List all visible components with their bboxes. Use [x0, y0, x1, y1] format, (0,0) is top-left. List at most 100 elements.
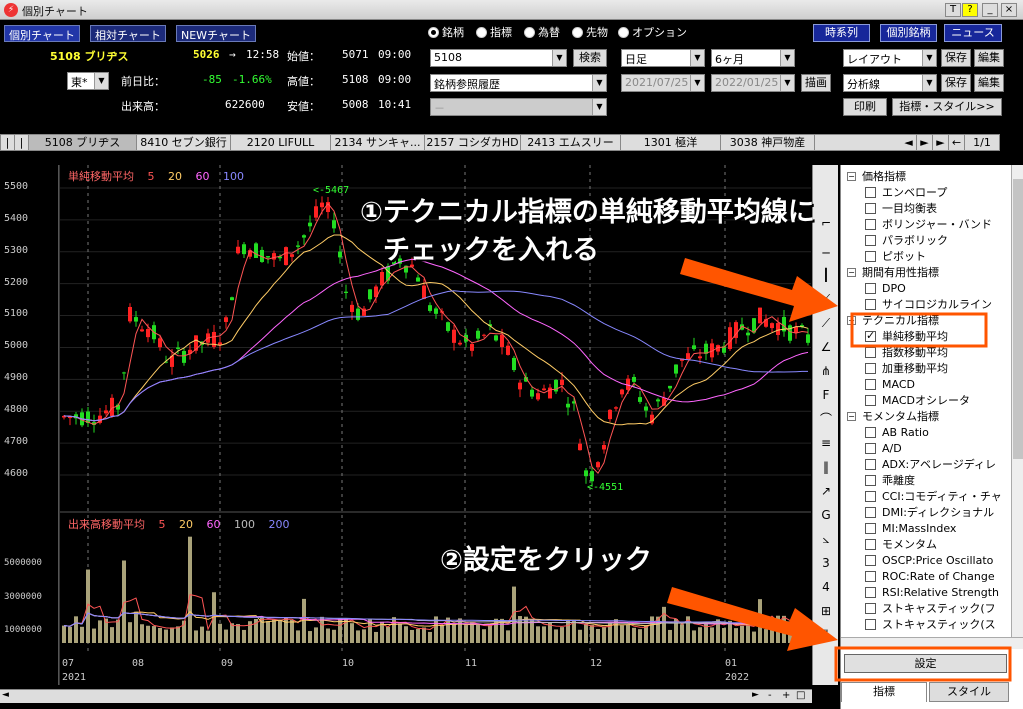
tree-item[interactable]: パラボリック: [865, 232, 948, 248]
checkbox-icon[interactable]: [865, 586, 876, 598]
zoom-in-icon[interactable]: +: [782, 690, 790, 701]
checkbox-icon[interactable]: [865, 490, 876, 502]
checkbox-icon[interactable]: [865, 442, 876, 454]
tree-group[interactable]: − モメンタム指標: [847, 408, 939, 424]
tab-style[interactable]: スタイル: [929, 682, 1009, 702]
checkbox-icon[interactable]: [865, 538, 876, 550]
tree-item[interactable]: 単純移動平均: [865, 328, 948, 344]
close-button[interactable]: ×: [1001, 3, 1017, 17]
tree-item[interactable]: RSI:Relative Strength: [865, 584, 999, 600]
strip-item[interactable]: 8410 セブン銀行: [137, 135, 231, 150]
tab-indicator[interactable]: 指標: [841, 682, 927, 702]
vline-icon[interactable]: ┃: [818, 267, 834, 283]
checkbox-icon[interactable]: [865, 554, 876, 566]
wave3-icon[interactable]: 3: [818, 555, 834, 571]
indicator-style-button[interactable]: 指標・スタイル>>: [892, 98, 1002, 116]
scroll-thumb[interactable]: [1013, 179, 1023, 459]
news-button[interactable]: ニュース: [944, 24, 1002, 42]
tab-individual-chart[interactable]: 個別チャート: [4, 25, 80, 42]
tree-item[interactable]: ストキャスティック(フ: [865, 600, 996, 616]
strip-item[interactable]: 5108 ブリヂス: [29, 135, 137, 150]
tree-group[interactable]: − 価格指標: [847, 168, 906, 184]
tree-item[interactable]: 乖離度: [865, 472, 915, 488]
tree-item[interactable]: CCI:コモディティ・チャ: [865, 488, 1002, 504]
disabled-select[interactable]: － ▼: [430, 98, 607, 116]
strip-nav-icon[interactable]: |: [1, 135, 15, 150]
tab-relative-chart[interactable]: 相対チャート: [90, 25, 166, 42]
strip-nav-icon[interactable]: |: [15, 135, 29, 150]
gann-icon[interactable]: G: [818, 507, 834, 523]
period-select[interactable]: 日足 ▼: [621, 49, 705, 67]
tree-item[interactable]: ストキャスティック(ス: [865, 616, 996, 632]
crosshair-icon[interactable]: ⌐: [818, 215, 834, 231]
help-button[interactable]: ?: [962, 3, 978, 17]
tree-item[interactable]: DPO: [865, 280, 906, 296]
scroll-right-icon[interactable]: ►: [752, 690, 759, 700]
tree-item[interactable]: OSCP:Price Oscillato: [865, 552, 993, 568]
checkbox-icon[interactable]: [865, 506, 876, 518]
hline-icon[interactable]: ─: [818, 245, 834, 261]
angle2-icon[interactable]: ⦣: [818, 531, 834, 547]
strip-item[interactable]: 1301 極洋: [621, 135, 721, 150]
checkbox-icon[interactable]: [865, 426, 876, 438]
tree-item[interactable]: ボリンジャー・バンド: [865, 216, 992, 232]
radio-futures[interactable]: 先物: [572, 24, 608, 40]
radio-fx[interactable]: 為替: [524, 24, 560, 40]
collapse-icon[interactable]: −: [847, 411, 856, 421]
strip-item[interactable]: 2134 サンキャ...: [331, 135, 425, 150]
layout-edit-button[interactable]: 編集: [974, 49, 1004, 67]
tree-item[interactable]: モメンタム: [865, 536, 937, 552]
checkbox-icon[interactable]: [865, 186, 876, 198]
checkbox-icon[interactable]: [865, 618, 876, 630]
bars-icon[interactable]: ‖: [818, 627, 834, 643]
fibo-icon[interactable]: F: [818, 387, 834, 403]
analysis-edit-button[interactable]: 編集: [974, 74, 1004, 92]
print-button[interactable]: 印刷: [843, 98, 887, 116]
checkbox-icon[interactable]: [865, 234, 876, 246]
analysis-save-button[interactable]: 保存: [941, 74, 971, 92]
checkbox-icon[interactable]: [865, 394, 876, 406]
maximize-icon[interactable]: □: [796, 690, 805, 701]
timeseries-button[interactable]: 時系列: [813, 24, 870, 42]
code-input[interactable]: 5108 ▼: [430, 49, 567, 67]
tree-item[interactable]: 加重移動平均: [865, 360, 948, 376]
draw-button[interactable]: 描画: [801, 74, 831, 92]
strip-item[interactable]: 3038 神戸物産: [721, 135, 815, 150]
collapse-icon[interactable]: −: [847, 315, 856, 325]
exchange-select[interactable]: 東* ▼: [67, 72, 109, 90]
tree-item[interactable]: MACDオシレータ: [865, 392, 970, 408]
strip-right-icon[interactable]: ►: [917, 135, 933, 150]
from-date[interactable]: 2021/07/25 ▼: [621, 74, 705, 92]
tree-item[interactable]: MACD: [865, 376, 915, 392]
arc-icon[interactable]: ⌒: [818, 411, 834, 427]
checkbox-icon[interactable]: [865, 298, 876, 310]
tree-item[interactable]: AB Ratio: [865, 424, 929, 440]
tree-scrollbar[interactable]: [1011, 165, 1023, 637]
stock-info-button[interactable]: 個別銘柄: [880, 24, 937, 42]
strip-item[interactable]: 2120 LIFULL: [231, 135, 331, 150]
checkbox-icon[interactable]: [865, 474, 876, 486]
tree-item[interactable]: A/D: [865, 440, 902, 456]
strip-back-icon[interactable]: ←: [949, 135, 965, 150]
fibo-time-icon[interactable]: ‖: [818, 459, 834, 475]
analysis-select[interactable]: 分析線 ▼: [843, 74, 937, 92]
checkbox-icon[interactable]: [865, 329, 876, 342]
strip-left-icon[interactable]: ◄: [901, 135, 917, 150]
checkbox-icon[interactable]: [865, 458, 876, 470]
strip-item[interactable]: 2157 コシダカHD: [425, 135, 521, 150]
strip-right-icon[interactable]: ►: [933, 135, 949, 150]
checkbox-icon[interactable]: [865, 378, 876, 390]
checkbox-icon[interactable]: [865, 602, 876, 614]
tree-group[interactable]: − 期間有用性指標: [847, 264, 939, 280]
tree-item[interactable]: 指数移動平均: [865, 344, 948, 360]
tree-item[interactable]: DMI:ディレクショナル: [865, 504, 994, 520]
checkbox-icon[interactable]: [865, 522, 876, 534]
search-button[interactable]: 検索: [573, 49, 607, 67]
chart-scrollbar[interactable]: ◄ ► - + □: [0, 689, 812, 703]
scroll-left-icon[interactable]: ◄: [2, 690, 9, 700]
tree-item[interactable]: 一目均衡表: [865, 200, 937, 216]
checkbox-icon[interactable]: [865, 218, 876, 230]
zoom-out-icon[interactable]: -: [768, 690, 772, 701]
to-date[interactable]: 2022/01/25 ▼: [711, 74, 795, 92]
tree-hscrollbar[interactable]: [841, 637, 1023, 649]
